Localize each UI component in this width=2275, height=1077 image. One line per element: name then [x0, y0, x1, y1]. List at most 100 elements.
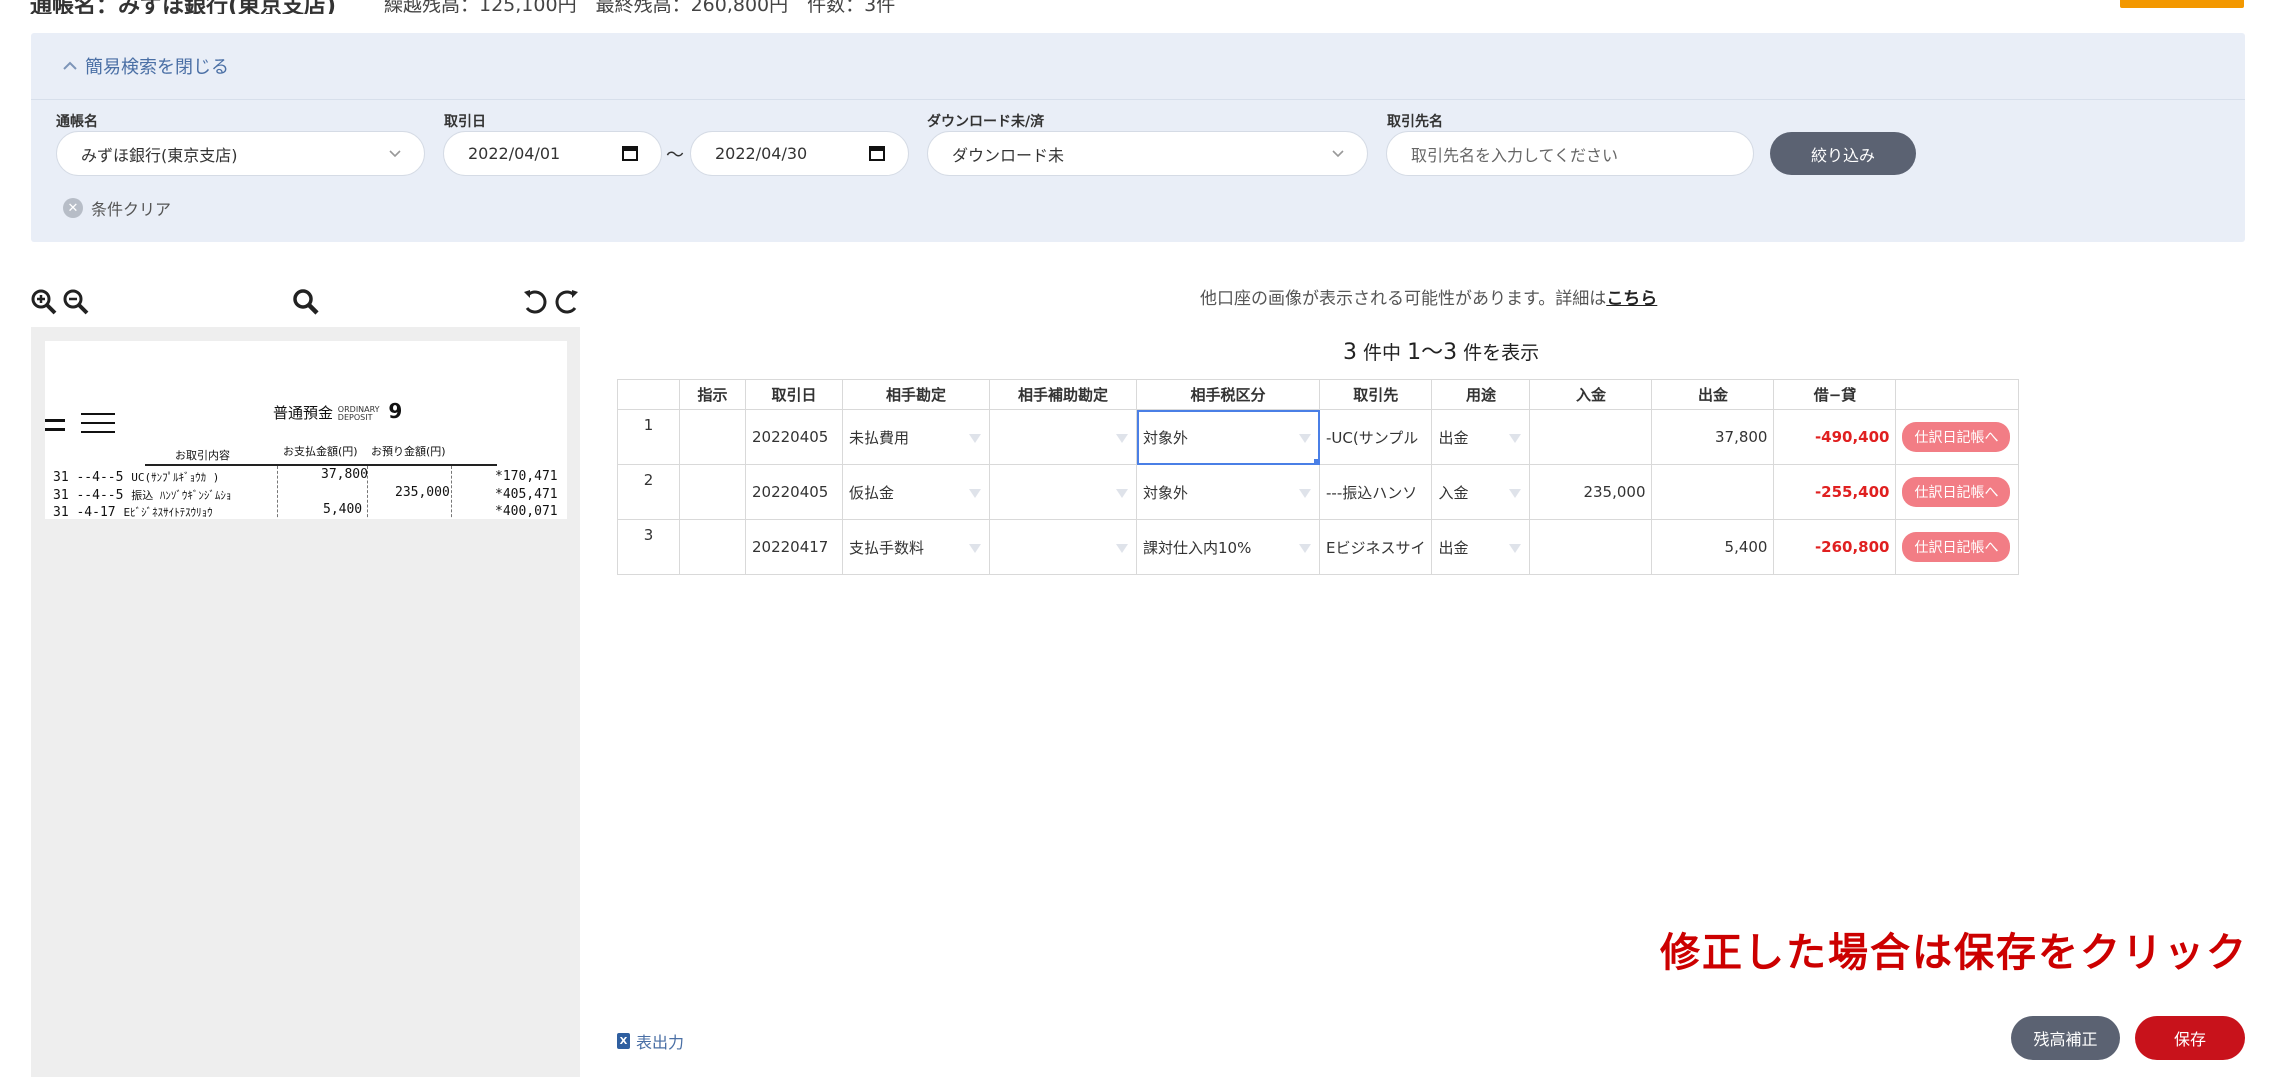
dropdown-arrow-icon[interactable]	[1299, 544, 1311, 553]
partner-input[interactable]: 取引先名を入力してください	[1386, 131, 1754, 176]
deposit-cell[interactable]	[1529, 409, 1653, 465]
notice-link[interactable]: こちら	[1606, 289, 1657, 309]
passbook-heading: 普通預金 ORDINARY DEPOSIT 9	[273, 399, 402, 423]
dropdown-arrow-icon[interactable]	[969, 489, 981, 498]
notice-message: 他口座の画像が表示される可能性があります。詳細は	[1200, 289, 1607, 309]
export-button[interactable]: X 表出力	[617, 1029, 684, 1053]
dropdown-arrow-icon[interactable]	[1509, 544, 1522, 553]
dropdown-arrow-icon[interactable]	[1299, 434, 1311, 443]
use-cell[interactable]: 出金	[1431, 519, 1531, 575]
excel-file-icon: X	[617, 1033, 630, 1049]
journal-button[interactable]: 仕訳日記帳へ	[1902, 532, 2011, 562]
action-cell: 仕訳日記帳へ	[1895, 464, 2020, 520]
passbook-image-viewer[interactable]: 普通預金 ORDINARY DEPOSIT 9 お取引内容 お支払金額(円) お預…	[31, 327, 580, 1077]
withdrawal-cell[interactable]: 37,800	[1651, 409, 1775, 465]
dropdown-arrow-icon[interactable]	[969, 544, 981, 553]
use-cell[interactable]: 入金	[1431, 464, 1531, 520]
col-rule	[277, 466, 278, 519]
partner-cell[interactable]: Eビジネスサイ	[1318, 519, 1433, 575]
date-label: 取引日	[444, 114, 486, 130]
row-number: 1	[617, 409, 680, 465]
row-number: 3	[617, 519, 680, 575]
save-hint: 修正した場合は保存をクリック	[1660, 930, 2248, 976]
col-header-withdrawal[interactable]: 出金	[1651, 379, 1775, 410]
instruction-cell[interactable]	[679, 409, 746, 465]
rotate-right-icon[interactable]	[553, 288, 581, 316]
col-rule	[451, 466, 452, 519]
dropdown-arrow-icon[interactable]	[1116, 544, 1128, 553]
notice-text: 他口座の画像が表示される可能性があります。詳細はこちら	[1200, 284, 1657, 309]
instruction-cell[interactable]	[679, 464, 746, 520]
dropdown-arrow-icon[interactable]	[1509, 489, 1522, 498]
passbook-heading-en: ORDINARY DEPOSIT	[337, 404, 380, 422]
passbook-page-number: 9	[388, 399, 403, 423]
date-cell[interactable]: 20220405	[745, 464, 843, 520]
instruction-cell[interactable]	[679, 519, 746, 575]
passbook-select[interactable]: みずほ銀行(東京支店)	[56, 131, 425, 176]
result-range: 1〜3	[1407, 340, 1458, 365]
chevron-down-icon	[1332, 150, 1344, 158]
search-icon[interactable]	[292, 288, 320, 316]
filter-button[interactable]: 絞り込み	[1770, 132, 1916, 175]
dropdown-arrow-icon[interactable]	[1116, 489, 1128, 498]
account-cell[interactable]: 仮払金	[842, 464, 990, 520]
withdrawal-cell[interactable]: 5,400	[1651, 519, 1775, 575]
col-header-tax[interactable]: 相手税区分	[1136, 379, 1320, 410]
balance-summary: 繰越残高：125,100円 最終残高：260,800円 件数：3件	[384, 0, 896, 14]
dropdown-arrow-icon[interactable]	[1116, 434, 1128, 443]
header-badge[interactable]	[2120, 0, 2244, 8]
col-in-label: お預り金額(円)	[371, 445, 446, 458]
diff-cell: -490,400	[1773, 409, 1897, 465]
col-header-use[interactable]: 用途	[1431, 379, 1531, 410]
partner-cell[interactable]: ---振込ハンソ	[1318, 464, 1433, 520]
divider	[31, 99, 2245, 100]
zoom-in-icon[interactable]	[30, 288, 58, 316]
journal-button[interactable]: 仕訳日記帳へ	[1902, 477, 2011, 507]
calendar-icon[interactable]	[868, 144, 886, 162]
account-cell[interactable]: 未払費用	[842, 409, 990, 465]
calendar-icon[interactable]	[621, 144, 639, 162]
balance-adjust-button[interactable]: 残高補正	[2011, 1016, 2120, 1060]
partner-cell[interactable]: -UC(サンプル	[1318, 409, 1433, 465]
col-header-partner[interactable]: 取引先	[1318, 379, 1433, 410]
withdrawal-cell[interactable]	[1651, 464, 1775, 520]
download-select[interactable]: ダウンロード未	[927, 131, 1368, 176]
col-header-date[interactable]: 取引日	[745, 379, 843, 410]
deposit-cell[interactable]	[1529, 519, 1653, 575]
col-header-deposit[interactable]: 入金	[1529, 379, 1653, 410]
result-total: 3	[1343, 340, 1357, 365]
dropdown-arrow-icon[interactable]	[969, 434, 981, 443]
transactions-table: 指示 取引日 相手勘定 相手補助勘定 相手税区分 取引先 用途 入金 出金 借−…	[617, 379, 2020, 575]
date-cell[interactable]: 20220417	[745, 519, 843, 575]
top-bar: 通帳名：みずほ銀行(東京支店) 繰越残高：125,100円 最終残高：260,8…	[0, 0, 2275, 14]
date-to-input[interactable]: 2022/04/30	[690, 131, 909, 176]
sub-account-cell[interactable]	[989, 464, 1137, 520]
date-from-input[interactable]: 2022/04/01	[443, 131, 662, 176]
journal-button[interactable]: 仕訳日記帳へ	[1902, 422, 2011, 452]
result-label-end: 件を表示	[1463, 342, 1540, 364]
sub-account-cell[interactable]	[989, 409, 1137, 465]
rotate-left-icon[interactable]	[521, 288, 549, 316]
tax-cell[interactable]: 対象外	[1136, 464, 1320, 520]
partner-placeholder: 取引先名を入力してください	[1411, 145, 1619, 165]
account-cell[interactable]: 支払手数料	[842, 519, 990, 575]
passbook-label: 通帳名	[56, 114, 98, 130]
deposit-cell[interactable]: 235,000	[1529, 464, 1653, 520]
toggle-search-button[interactable]: 簡易検索を閉じる	[61, 53, 229, 79]
zoom-out-icon[interactable]	[62, 288, 90, 316]
col-header-diff[interactable]: 借−貸	[1773, 379, 1897, 410]
dropdown-arrow-icon[interactable]	[1509, 434, 1522, 443]
col-header-instruction[interactable]: 指示	[679, 379, 746, 410]
clear-conditions-button[interactable]: ✕ 条件クリア	[63, 196, 171, 220]
tax-cell[interactable]: 課対仕入内10%	[1136, 519, 1320, 575]
table-row: 2 20220405 仮払金 対象外 ---振込ハンソ 入金 235,000 -…	[617, 464, 2020, 520]
table-row: 3 20220417 支払手数料 課対仕入内10% Eビジネスサイ 出金 5,4…	[617, 519, 2020, 575]
col-header-account[interactable]: 相手勘定	[842, 379, 990, 410]
sub-account-cell[interactable]	[989, 519, 1137, 575]
dropdown-arrow-icon[interactable]	[1299, 489, 1311, 498]
col-header-sub-account[interactable]: 相手補助勘定	[989, 379, 1137, 410]
save-button[interactable]: 保存	[2135, 1016, 2245, 1060]
tax-cell[interactable]: 対象外	[1136, 409, 1320, 465]
date-cell[interactable]: 20220405	[745, 409, 843, 465]
use-cell[interactable]: 出金	[1431, 409, 1531, 465]
